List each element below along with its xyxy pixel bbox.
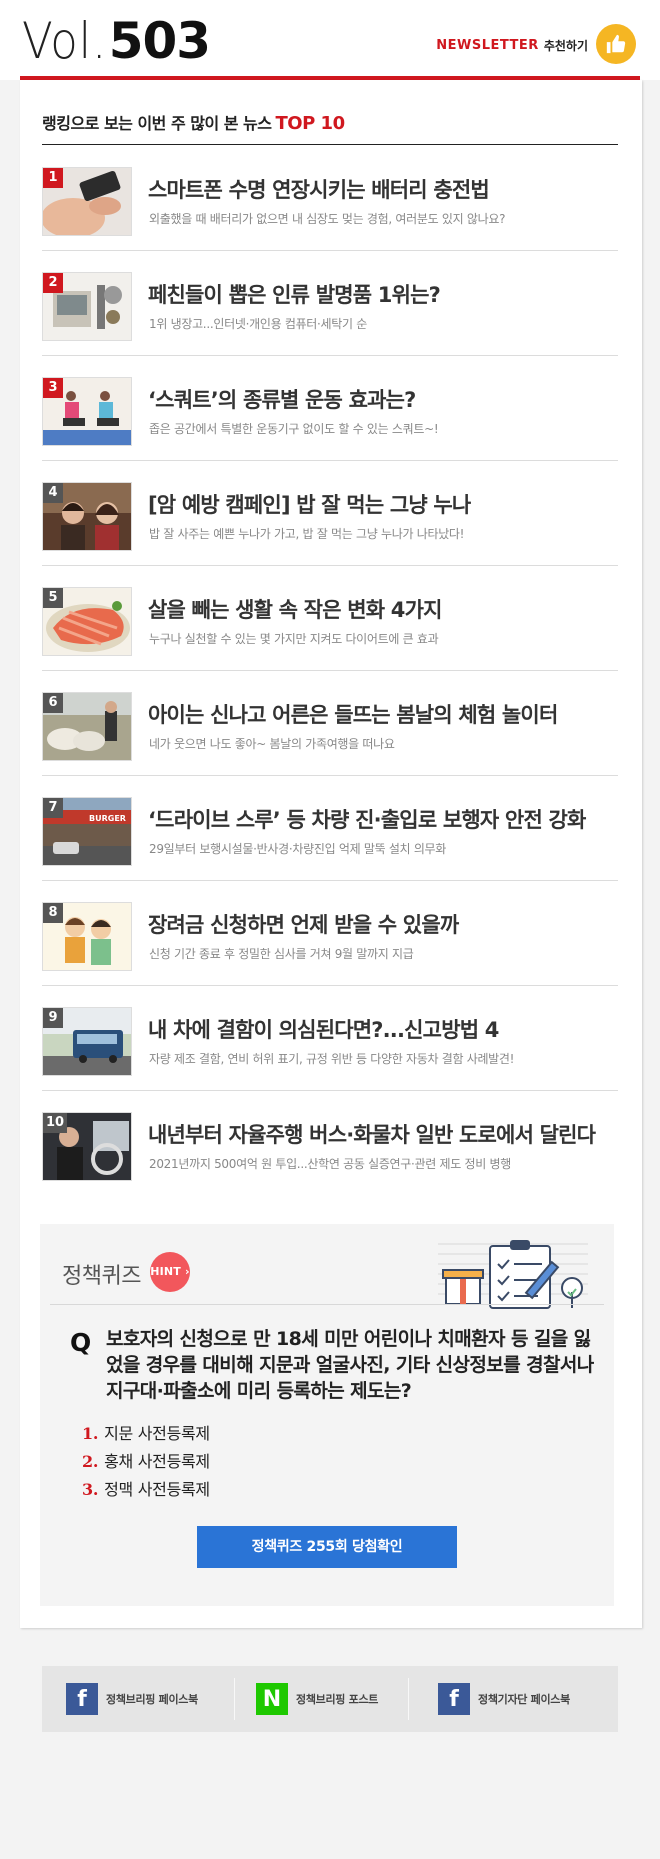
rank-badge: 4: [43, 483, 63, 503]
ranking-item-1[interactable]: 1 스마트폰 수명 연장시키는 배터리 충전법 외출했을 때 배터리가 없으면 …: [42, 146, 618, 251]
ranking-item-3[interactable]: 3 ‘스쿼트’의 종류별 운동 효과는? 좁은 공간에서 특별한 운동기구 없이…: [42, 356, 618, 461]
article-thumbnail[interactable]: 5: [42, 587, 132, 656]
ranking-item-9[interactable]: 9 내 차에 결함이 의심된다면?...신고방법 4 자량 제조 결함, 연비 …: [42, 986, 618, 1091]
quiz-option-2[interactable]: 2. 홍채 사전등록제: [82, 1448, 210, 1472]
quiz-option-3[interactable]: 3. 정맥 사전등록제: [82, 1476, 210, 1500]
article-thumbnail[interactable]: 7 BURGER: [42, 797, 132, 866]
article-title[interactable]: 아이는 신나고 어른은 들뜨는 봄날의 체험 놀이터: [148, 699, 558, 729]
article-subtitle: 29일부터 보행시설물·반사경·차량진입 억제 말뚝 설치 의무화: [149, 842, 447, 856]
recommend-button[interactable]: [596, 24, 636, 64]
facebook-icon: f: [438, 1683, 470, 1715]
footer-separator: [408, 1678, 409, 1720]
rank-badge: 7: [43, 798, 63, 818]
ranking-section-title: 랭킹으로 보는 이번 주 많이 본 뉴스 TOP 10: [42, 110, 345, 134]
article-thumbnail[interactable]: 10: [42, 1112, 132, 1181]
ranking-item-4[interactable]: 4 [암 예방 캠페인] 밥 잘 먹는 그냥 누나 밥 잘 사주는 예쁜 누나가…: [42, 461, 618, 566]
footer-link-briefing-post[interactable]: N 정책브리핑 포스트: [256, 1683, 378, 1715]
article-subtitle: 누구나 실천할 수 있는 몇 가지만 지켜도 다이어트에 큰 효과: [149, 632, 439, 646]
ranking-item-5[interactable]: 5 살을 빼는 생활 속 작은 변화 4가지 누구나 실천할 수 있는 몇 가지…: [42, 566, 618, 671]
article-subtitle: 좁은 공간에서 특별한 운동기구 없이도 할 수 있는 스쿼트~!: [149, 422, 439, 436]
footer-link-label: 정책브리핑 포스트: [296, 1693, 379, 1706]
quiz-title: 정책퀴즈: [62, 1264, 141, 1289]
article-subtitle: 1위 냉장고...인터넷·개인용 컴퓨터·세탁기 순: [149, 317, 368, 331]
volume-heading: Vol. 503: [22, 12, 211, 72]
quiz-clipboard-icon: [438, 1240, 588, 1309]
article-title[interactable]: ‘드라이브 스루’ 등 차량 진·출입로 보행자 안전 강화: [148, 804, 586, 834]
ranking-item-6[interactable]: 6 아이는 신나고 어른은 들뜨는 봄날의 체험 놀이터 네가 웃으면 나도 좋…: [42, 671, 618, 776]
article-title[interactable]: 스마트폰 수명 연장시키는 배터리 충전법: [148, 174, 490, 204]
option-text: 정맥 사전등록제: [104, 1480, 210, 1499]
article-subtitle: 신청 기간 종료 후 정밀한 심사를 거쳐 9월 말까지 지급: [149, 947, 414, 961]
article-title[interactable]: 내년부터 자율주행 버스·화물차 일반 도로에서 달린다: [148, 1119, 596, 1149]
article-title[interactable]: ‘스쿼트’의 종류별 운동 효과는?: [148, 384, 416, 414]
article-subtitle: 밥 잘 사주는 예쁜 누나가 가고, 밥 잘 먹는 그냥 누나가 나타났다!: [149, 527, 465, 541]
newsletter-recommend[interactable]: NEWSLETTER 추천하기: [436, 37, 588, 54]
ranking-item-7[interactable]: 7 BURGER ‘드라이브 스루’ 등 차량 진·출입로 보행자 안전 강화 …: [42, 776, 618, 881]
article-thumbnail[interactable]: 8: [42, 902, 132, 971]
article-title[interactable]: 장려금 신청하면 언제 받을 수 있을까: [148, 909, 459, 939]
volume-label: Vol.: [22, 12, 108, 70]
article-subtitle: 네가 웃으면 나도 좋아~ 봄날의 가족여행을 떠나요: [149, 737, 395, 751]
thumbs-up-icon: [606, 34, 626, 54]
article-subtitle: 자량 제조 결함, 연비 허위 표기, 규정 위반 등 다양한 자동차 결함 사…: [149, 1052, 515, 1066]
hint-label: HINT: [150, 1265, 182, 1278]
recommend-label: 추천하기: [543, 39, 588, 53]
option-text: 지문 사전등록제: [104, 1424, 210, 1443]
policy-quiz: 정책퀴즈 HINT › Q 보호자의 신청으로 만 18세 미만 어린이나 치매…: [40, 1224, 614, 1606]
article-thumbnail[interactable]: 6: [42, 692, 132, 761]
option-number: 3.: [82, 1480, 99, 1499]
article-title[interactable]: 살을 빼는 생활 속 작은 변화 4가지: [148, 594, 442, 624]
option-number: 2.: [82, 1452, 99, 1471]
rank-badge: 10: [43, 1113, 67, 1133]
article-thumbnail[interactable]: 3: [42, 377, 132, 446]
facebook-icon: f: [66, 1683, 98, 1715]
article-thumbnail[interactable]: 4: [42, 482, 132, 551]
footer-separator: [234, 1678, 235, 1720]
quiz-option-1[interactable]: 1. 지문 사전등록제: [82, 1420, 210, 1444]
rank-badge: 9: [43, 1008, 63, 1028]
svg-text:BURGER: BURGER: [89, 814, 126, 823]
ranking-item-2[interactable]: 2 페친들이 뽑은 인류 발명품 1위는? 1위 냉장고...인터넷·개인용 컴…: [42, 251, 618, 356]
article-title[interactable]: 내 차에 결함이 의심된다면?...신고방법 4: [148, 1014, 499, 1044]
ranking-item-8[interactable]: 8 장려금 신청하면 언제 받을 수 있을까 신청 기간 종료 후 정밀한 심사…: [42, 881, 618, 986]
rank-badge: 8: [43, 903, 63, 923]
article-thumbnail[interactable]: 1: [42, 167, 132, 236]
quiz-result-button[interactable]: 정책퀴즈 255회 당첨확인: [197, 1526, 457, 1568]
volume-number: 503: [108, 12, 211, 70]
article-title[interactable]: [암 예방 캠페인] 밥 잘 먹는 그냥 누나: [148, 489, 471, 519]
article-subtitle: 외출했을 때 배터리가 없으면 내 심장도 멎는 경험, 여러분도 있지 않나요…: [149, 212, 506, 226]
rank-badge: 5: [43, 588, 63, 608]
footer-link-label: 정책브리핑 페이스북: [106, 1693, 198, 1706]
naver-n-icon: N: [256, 1683, 288, 1715]
option-number: 1.: [82, 1424, 99, 1443]
social-footer: f 정책브리핑 페이스북 N 정책브리핑 포스트 f 정책기자단 페이스북: [42, 1666, 618, 1732]
article-title[interactable]: 페친들이 뽑은 인류 발명품 1위는?: [148, 279, 441, 309]
article-subtitle: 2021년까지 500여억 원 투입...산학연 공동 실증연구·관련 제도 정…: [149, 1157, 512, 1171]
footer-link-briefing-facebook[interactable]: f 정책브리핑 페이스북: [66, 1683, 198, 1715]
rank-badge: 6: [43, 693, 63, 713]
ranking-title-highlight: TOP 10: [275, 113, 346, 134]
footer-link-label: 정책기자단 페이스북: [478, 1693, 570, 1706]
rank-badge: 2: [43, 273, 63, 293]
ranking-title: 랭킹으로 보는 이번 주 많이 본 뉴스: [42, 114, 272, 133]
rank-badge: 1: [43, 168, 63, 188]
article-thumbnail[interactable]: 2: [42, 272, 132, 341]
question-mark: Q: [70, 1328, 92, 1357]
newsletter-header: Vol. 503 NEWSLETTER 추천하기: [0, 0, 660, 80]
footer-link-reporters-facebook[interactable]: f 정책기자단 페이스북: [438, 1683, 570, 1715]
ranking-item-10[interactable]: 10 내년부터 자율주행 버스·화물차 일반 도로에서 달린다 2021년까지 …: [42, 1091, 618, 1196]
section-rule: [42, 144, 618, 145]
quiz-question: 보호자의 신청으로 만 18세 미만 어린이나 치매환자 등 길을 잃었을 경우…: [106, 1328, 594, 1402]
quiz-divider: [50, 1304, 604, 1305]
option-text: 홍채 사전등록제: [104, 1452, 210, 1471]
hint-button[interactable]: HINT ›: [150, 1252, 190, 1292]
rank-badge: 3: [43, 378, 63, 398]
newsletter-brand: NEWSLETTER: [436, 38, 539, 53]
article-thumbnail[interactable]: 9: [42, 1007, 132, 1076]
